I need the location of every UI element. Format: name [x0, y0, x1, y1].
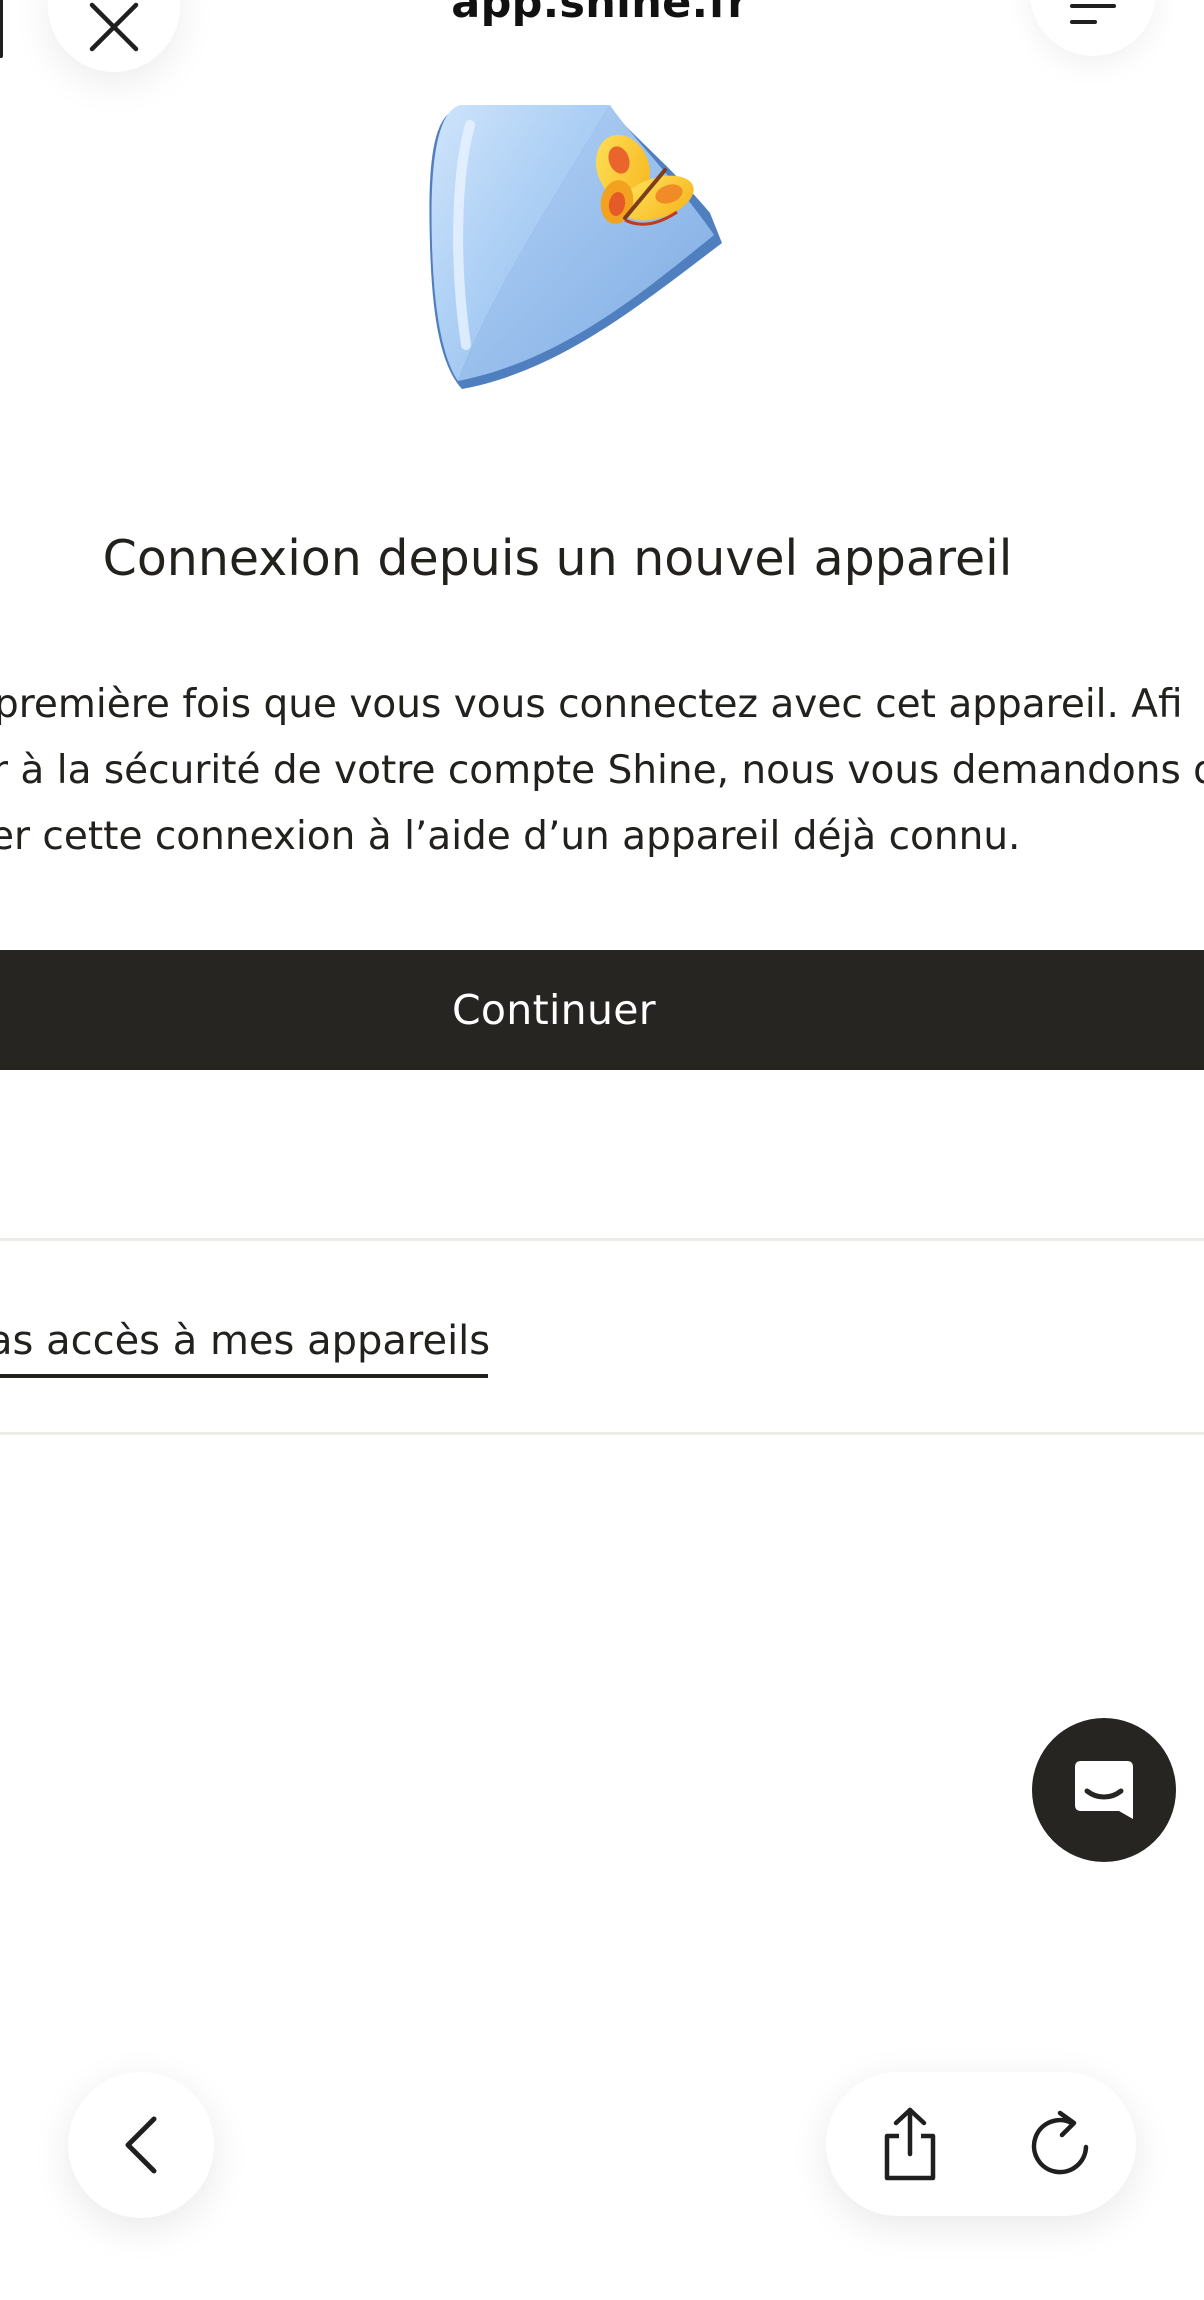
- no-access-link[interactable]: as accès à mes appareils: [0, 1318, 490, 1378]
- security-message: première fois que vous vous connectez av…: [0, 672, 1204, 870]
- shield-butterfly-illustration: [429, 105, 722, 389]
- divider: [0, 1238, 1204, 1241]
- back-button[interactable]: [68, 2072, 214, 2218]
- message-line-3: er cette connexion à l’aide d’un apparei…: [0, 814, 1021, 859]
- close-button[interactable]: [48, 0, 180, 72]
- share-icon: [884, 2107, 936, 2181]
- share-button[interactable]: [870, 2102, 950, 2186]
- message-line-2: r à la sécurité de votre compte Shine, n…: [0, 748, 1204, 793]
- message-line-1: première fois que vous vous connectez av…: [0, 682, 1183, 727]
- url-label[interactable]: app.shine.fr: [300, 0, 900, 28]
- page: app.shine.fr Connexion depuis un nouvel …: [0, 0, 1204, 2300]
- close-icon: [89, 2, 139, 52]
- action-toolbar: [826, 2072, 1136, 2216]
- back-icon: [125, 2116, 157, 2174]
- divider: [0, 1432, 1204, 1435]
- chat-button[interactable]: [1032, 1718, 1176, 1862]
- page-title: Connexion depuis un nouvel appareil: [102, 530, 1013, 587]
- menu-icon: [1070, 4, 1116, 24]
- edge-mark: [0, 0, 3, 58]
- menu-button[interactable]: [1030, 0, 1156, 56]
- continue-button[interactable]: Continuer: [0, 950, 1204, 1070]
- reload-icon: [1031, 2110, 1089, 2175]
- reload-button[interactable]: [1024, 2106, 1100, 2182]
- chat-icon: [1075, 1761, 1133, 1819]
